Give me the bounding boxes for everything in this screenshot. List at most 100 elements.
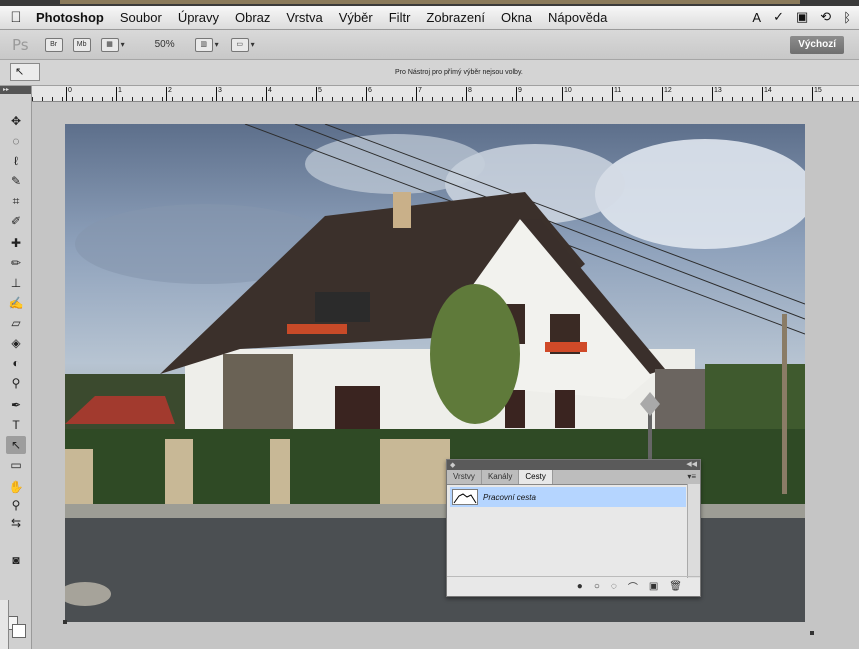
type-tool-icon[interactable]: T [6,416,26,434]
menu-napoveda[interactable]: Nápověda [540,10,615,25]
ruler-tick: 15 [812,87,822,101]
ruler-tick: 0 [66,87,72,101]
collapse-icon[interactable]: ◀◀ [686,460,697,468]
ruler-tick: 8 [466,87,472,101]
menu-soubor[interactable]: Soubor [112,10,170,25]
transform-handle[interactable] [63,620,67,624]
panel-grip-icon[interactable]: ◆ [450,461,455,469]
menu-zobrazeni[interactable]: Zobrazení [418,10,493,25]
dodge-tool-icon[interactable]: ⚲ [6,374,26,392]
gradient-tool-icon[interactable]: ◈ [6,334,26,352]
tab-vrstvy[interactable]: Vrstvy [447,470,482,484]
panel-scrollbar[interactable] [687,484,700,578]
blur-tool-icon[interactable]: ◐ [6,354,26,372]
bluetooth-icon[interactable]: ᛒ [843,10,851,25]
zoom-level[interactable]: 50% [155,39,175,50]
launch-bridge-icon[interactable]: Br [44,37,63,52]
ruler-tick: 10 [562,87,572,101]
clone-stamp-tool-icon[interactable]: ⊥ [6,274,26,292]
wallpaper-strip [60,0,800,4]
path-thumbnail [452,489,478,505]
transform-handle[interactable] [810,631,814,635]
checkmark-icon[interactable]: ✓ [773,9,784,25]
menu-vrstva[interactable]: Vrstva [278,10,330,25]
history-brush-tool-icon[interactable]: ✍ [6,294,26,312]
load-selection-icon[interactable]: ◌ [611,581,617,592]
fill-path-icon[interactable]: ● [577,581,583,592]
chevron-down-icon[interactable]: ▾ [251,40,255,49]
move-tool-icon[interactable]: ✥ [6,112,26,130]
panel-grip[interactable]: ▸▸ [0,86,31,94]
menubar-status-area: A ✓ ▣ ⟲ ᛒ [752,6,851,28]
marquee-tool-icon[interactable]: ◌ [6,132,26,150]
menu-upravy[interactable]: Úpravy [170,10,227,25]
mini-bridge-icon[interactable]: Mb [72,37,91,52]
menu-vyber[interactable]: Výběr [331,10,381,25]
brush-tool-icon[interactable]: ✏ [6,254,26,272]
chevron-down-icon[interactable]: ▾ [121,40,125,49]
chevron-down-icon[interactable]: ▾ [215,40,219,49]
panel-menu-icon[interactable]: ▾≡ [687,472,696,481]
ruler-tick: 14 [762,87,772,101]
ruler-tick: 9 [516,87,522,101]
paths-panel: ◆ ◀◀ Vrstvy Kanály Cesty ▾≡ Pracovní ces… [446,459,701,597]
default-colors-icon[interactable]: ⇆ [6,514,26,532]
path-name: Pracovní cesta [483,492,536,502]
path-preview [453,493,477,504]
time-machine-icon[interactable]: ⟲ [820,9,831,25]
tools-panel: ▸▸ ✥ ◌ ℓ ✎ ⌗ ✐ ✚ ✏ ⊥ ✍ ▱ ◈ ◐ ⚲ ✒ T ↖ ▭ ✋… [0,86,32,649]
menu-okna[interactable]: Okna [493,10,540,25]
apple-icon[interactable]:  [0,9,32,26]
arrange-documents-icon[interactable]: ▥ [194,37,213,52]
application-bar: Ps Br Mb ▦ ▾ 50% ▥ ▾ ▭ ▾ Výchozí [0,30,859,60]
crop-tool-icon[interactable]: ⌗ [6,192,26,210]
horizontal-ruler[interactable]: 0 1 2 3 4 5 6 7 8 9 10 11 12 13 14 15 [32,86,859,102]
shape-tool-icon[interactable]: ▭ [6,456,26,474]
vertical-ruler[interactable] [0,600,9,649]
ruler-tick: 13 [712,87,722,101]
screen-mode-icon[interactable]: ▭ [230,37,249,52]
tab-cesty[interactable]: Cesty [519,470,553,484]
eraser-tool-icon[interactable]: ▱ [6,314,26,332]
lasso-tool-icon[interactable]: ℓ [6,152,26,170]
zoom-tool-icon[interactable]: ⚲ [6,496,26,514]
new-path-icon[interactable]: ▣ [649,581,658,592]
panel-footer: ● ○ ◌ ⌒ ▣ 🗑 [447,576,700,596]
tool-preset-picker[interactable]: ↖ [10,63,40,81]
workspace-label: Výchozí [798,39,836,50]
make-work-path-icon[interactable]: ⌒ [628,579,638,594]
tool-options-bar: ↖ Pro Nástroj pro přímý výběr nejsou vol… [0,60,859,86]
tool-options-hint: Pro Nástroj pro přímý výběr nejsou volby… [395,69,523,76]
menu-obraz[interactable]: Obraz [227,10,278,25]
quick-selection-tool-icon[interactable]: ✎ [6,172,26,190]
delete-path-icon[interactable]: 🗑 [669,581,682,592]
background-color-swatch[interactable] [12,624,26,638]
eyedropper-tool-icon[interactable]: ✐ [6,212,26,230]
ruler-tick: 6 [366,87,372,101]
tab-kanaly[interactable]: Kanály [482,470,520,484]
ruler-tick: 1 [116,87,122,101]
adobe-icon[interactable]: A [752,10,761,25]
display-icon[interactable]: ▣ [796,9,808,25]
ruler-tick: 12 [662,87,672,101]
ps-logo: Ps [12,35,29,54]
healing-brush-tool-icon[interactable]: ✚ [6,234,26,252]
ruler-tick: 5 [316,87,322,101]
panel-tabs: Vrstvy Kanály Cesty ▾≡ [447,470,700,485]
menu-app-photoshop[interactable]: Photoshop [32,10,112,25]
workspace-switcher[interactable]: Výchozí [790,36,844,54]
view-extras-icon[interactable]: ▦ [100,37,119,52]
ruler-tick: 2 [166,87,172,101]
panel-titlebar[interactable]: ◆ ◀◀ [447,460,700,470]
stroke-path-icon[interactable]: ○ [594,581,600,592]
ruler-tick: 4 [266,87,272,101]
hand-tool-icon[interactable]: ✋ [6,478,26,496]
direct-selection-tool-icon[interactable]: ↖ [6,436,26,454]
quick-mask-icon[interactable]: ◙ [6,551,26,569]
ruler-tick: 7 [416,87,422,101]
ruler-tick: 3 [216,87,222,101]
pen-tool-icon[interactable]: ✒ [6,396,26,414]
menu-filtr[interactable]: Filtr [381,10,419,25]
path-row[interactable]: Pracovní cesta [450,487,686,507]
ruler-tick: 11 [612,87,621,101]
